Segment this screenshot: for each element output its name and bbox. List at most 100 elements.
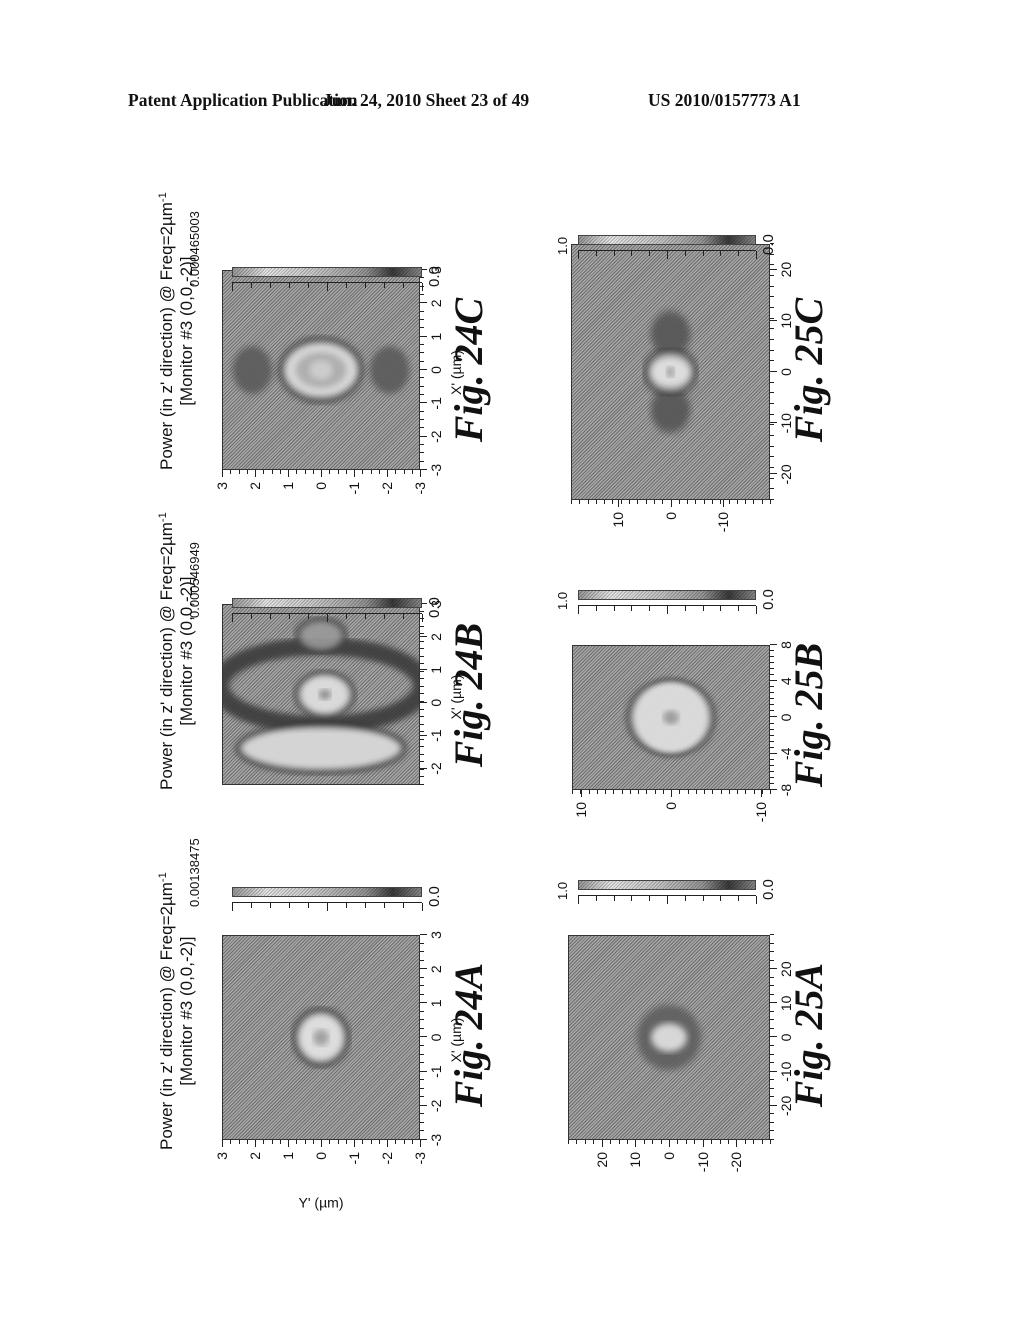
y-minor-tick — [653, 500, 655, 504]
colorbar-tick — [384, 614, 385, 619]
y-minor-tick — [770, 500, 771, 504]
figure-label: Fig. 25A — [786, 962, 831, 1108]
heatmap-features — [643, 311, 698, 433]
y-minor-tick — [646, 790, 648, 794]
colorbar-tick — [667, 896, 668, 904]
x-minor-tick — [420, 951, 424, 953]
intensity-blob — [666, 366, 675, 378]
figure-sheet: Power (in z' direction) @ Freq=2µm-1 [Mon… — [145, 160, 905, 1260]
x-minor-tick — [420, 435, 424, 437]
x-minor-tick — [770, 1113, 774, 1115]
colorbar-min-label: 0.0 — [426, 266, 443, 287]
y-tick-label: -10 — [714, 512, 731, 533]
x-tick-label: 20 — [778, 261, 794, 278]
y-minor-tick — [702, 1140, 704, 1144]
colorbar — [578, 235, 756, 245]
colorbar-tick — [720, 251, 722, 256]
y-minor-tick — [321, 470, 322, 474]
y-minor-tick — [678, 500, 680, 504]
y-minor-tick — [420, 470, 421, 474]
y-minor-tick — [728, 790, 730, 794]
y-minor-tick — [618, 1140, 620, 1144]
x-minor-tick — [420, 352, 424, 354]
x-minor-tick — [770, 1130, 774, 1132]
x-tick-label: -2 — [428, 1099, 444, 1113]
y-minor-tick — [263, 1140, 265, 1144]
y-minor-tick — [588, 790, 590, 794]
x-minor-tick — [420, 335, 424, 337]
y-minor-tick — [329, 1140, 331, 1144]
intensity-blob — [232, 346, 272, 394]
x-minor-tick — [770, 477, 774, 479]
colorbar-axis — [578, 895, 757, 904]
y-minor-tick — [230, 1140, 232, 1144]
colorbar-max-label: 1.0 — [555, 236, 570, 255]
x-tick-label: -1 — [428, 729, 444, 742]
plot-title-superscript: -1 — [157, 512, 169, 523]
x-minor-tick — [420, 1002, 424, 1004]
x-minor-tick — [420, 444, 424, 445]
colorbar-tick — [684, 606, 686, 611]
y-minor-tick — [571, 500, 572, 504]
colorbar — [232, 598, 422, 608]
x-tick — [420, 734, 427, 736]
x-tick — [420, 668, 427, 670]
y-minor-tick — [677, 1140, 679, 1144]
x-minor-tick — [420, 1096, 424, 1098]
x-minor-tick — [770, 758, 774, 760]
y-tick-label: -1 — [346, 482, 362, 495]
colorbar-tick — [289, 903, 290, 908]
x-minor-tick — [420, 369, 424, 370]
colorbar-tick — [720, 606, 722, 611]
heatmap-plot — [222, 270, 420, 470]
colorbar-tick — [251, 614, 252, 619]
date-sheet: Jun. 24, 2010 Sheet 23 of 49 — [323, 90, 530, 110]
y-minor-tick — [378, 1140, 380, 1144]
x-minor-tick — [420, 1062, 424, 1064]
y-tick-label: 1 — [280, 1152, 296, 1160]
colorbar-tick — [649, 606, 651, 611]
y-minor-tick — [626, 1140, 628, 1144]
y-minor-tick — [687, 790, 689, 794]
x-minor-tick — [770, 413, 774, 415]
colorbar-tick — [346, 903, 347, 908]
x-minor-tick — [420, 1036, 424, 1038]
x-minor-tick — [420, 344, 424, 345]
colorbar-tick — [578, 896, 579, 904]
colorbar-tick — [403, 903, 404, 908]
y-minor-tick — [337, 470, 339, 474]
heatmap-plot — [222, 935, 420, 1140]
x-minor-tick — [770, 959, 774, 961]
y-minor-tick — [620, 500, 622, 504]
y-minor-tick — [296, 1140, 298, 1144]
y-tick-label: -10 — [694, 1152, 711, 1173]
x-minor-tick — [420, 294, 424, 295]
x-minor-tick — [420, 460, 424, 462]
y-tick-label: 10 — [610, 512, 627, 528]
colorbar-tick — [667, 606, 668, 614]
x-tick-label: 0 — [428, 698, 444, 707]
x-minor-tick — [420, 1113, 424, 1115]
y-minor-tick — [670, 500, 672, 504]
y-minor-tick — [601, 1140, 603, 1144]
y-minor-tick — [271, 470, 273, 474]
y-minor-tick — [643, 1140, 645, 1144]
y-tick-label: 3 — [214, 1152, 230, 1160]
x-minor-tick — [420, 385, 424, 387]
y-minor-tick — [660, 1140, 662, 1144]
x-minor-tick — [770, 722, 774, 724]
y-tick-label: 2 — [247, 1152, 263, 1160]
x-minor-tick — [770, 698, 774, 700]
colorbar-tick — [702, 251, 704, 256]
x-minor-tick — [420, 663, 424, 665]
x-minor-tick — [770, 985, 774, 987]
y-minor-tick — [770, 790, 771, 794]
figure-label: Fig. 24C — [446, 297, 491, 443]
colorbar — [232, 887, 422, 897]
x-tick-label: 1 — [428, 999, 444, 1008]
colorbar-tick — [649, 896, 651, 901]
heatmap-plot — [222, 604, 420, 785]
y-minor-tick — [279, 1140, 281, 1144]
colorbar-tick — [270, 283, 271, 288]
y-minor-tick — [345, 470, 347, 474]
